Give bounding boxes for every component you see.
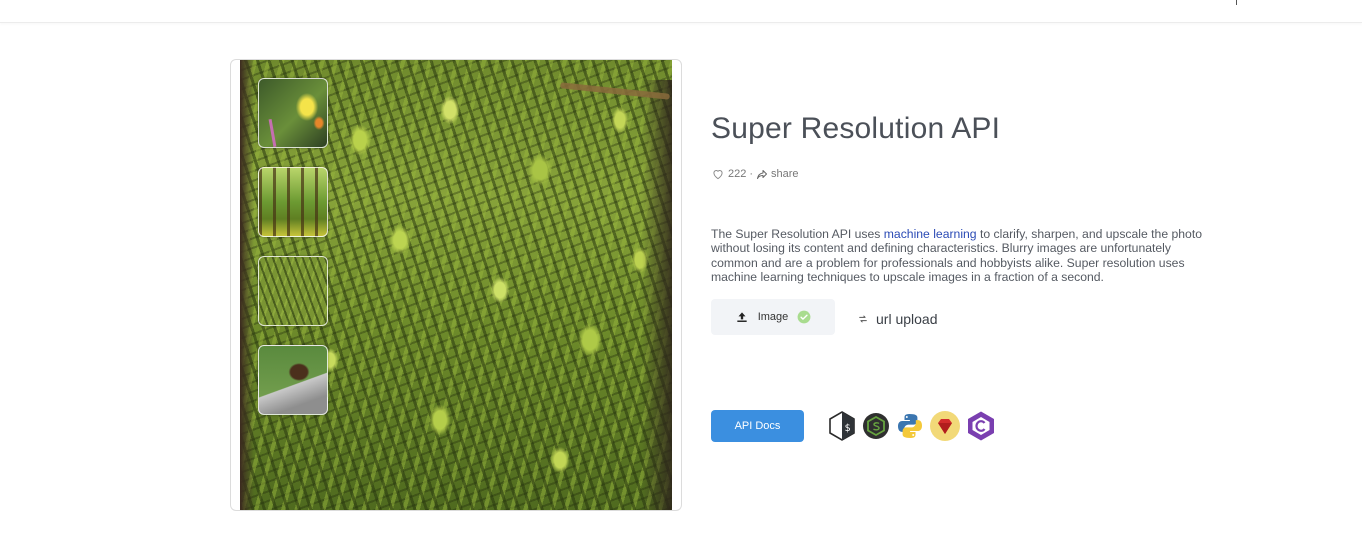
url-upload-toggle[interactable]: url upload xyxy=(858,311,938,327)
description: The Super Resolution API uses machine le… xyxy=(711,227,1221,284)
description-text-start: The Super Resolution API uses xyxy=(711,227,884,241)
thumbnail-bear[interactable] xyxy=(258,345,328,415)
python-icon[interactable] xyxy=(894,410,926,442)
heart-icon[interactable] xyxy=(711,167,725,181)
image-upload-label: Image xyxy=(757,311,789,323)
bark-edge-right xyxy=(642,80,672,510)
nav-divider xyxy=(1236,0,1237,5)
meta-separator: · xyxy=(749,168,754,180)
share-label: share xyxy=(771,168,799,180)
api-docs-button[interactable]: API Docs xyxy=(711,410,804,442)
meta-row: 222 · share xyxy=(711,167,799,181)
nodejs-icon[interactable] xyxy=(860,410,892,442)
upload-arrow-icon xyxy=(737,312,747,322)
machine-learning-link[interactable]: machine learning xyxy=(884,227,977,241)
page-title: Super Resolution API xyxy=(711,112,1001,145)
check-circle-icon xyxy=(797,310,811,324)
bash-icon[interactable]: $ xyxy=(826,410,858,442)
url-upload-label: url upload xyxy=(876,311,938,327)
main-preview-image-moss xyxy=(240,60,672,510)
thumbnail-butterfly[interactable] xyxy=(258,78,328,148)
thumbnail-list xyxy=(258,78,328,434)
share-link[interactable]: share xyxy=(756,168,799,180)
thumbnail-moss[interactable] xyxy=(258,256,328,326)
top-navigation-bar xyxy=(0,0,1362,23)
ruby-icon[interactable] xyxy=(929,410,961,442)
like-count: 222 xyxy=(728,168,747,180)
bark-edge-left xyxy=(240,60,254,510)
image-viewer xyxy=(230,59,682,511)
share-icon xyxy=(757,170,768,179)
flower-stem xyxy=(268,118,277,147)
csharp-icon[interactable] xyxy=(965,410,997,442)
thumbnail-forest[interactable] xyxy=(258,167,328,237)
svg-text:$: $ xyxy=(845,423,851,434)
swap-icon xyxy=(859,315,867,323)
image-upload-button[interactable]: Image xyxy=(711,299,835,335)
